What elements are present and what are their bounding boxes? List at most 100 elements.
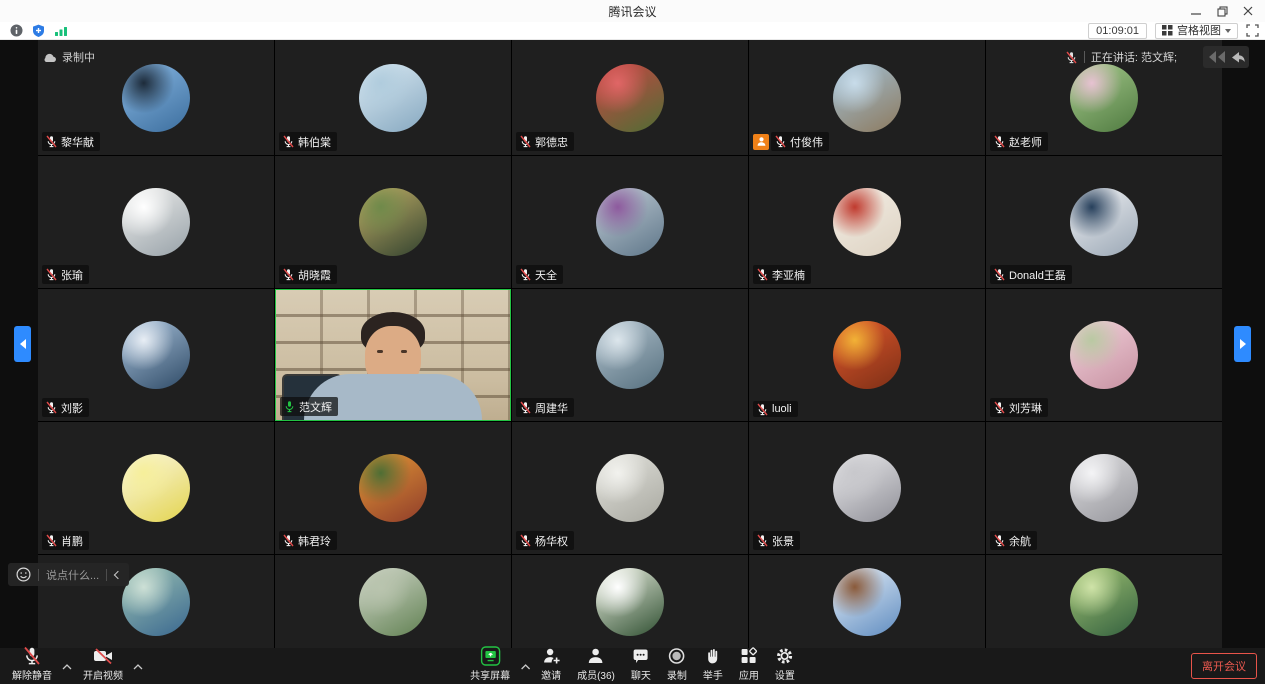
- avatar: [359, 568, 427, 636]
- nametag: 张景: [753, 531, 800, 550]
- participant-name: 赵老师: [1009, 134, 1042, 150]
- participant-name: 韩伯棠: [298, 134, 331, 150]
- mic-options-chevron[interactable]: [62, 664, 73, 682]
- nametag: 胡晓霞: [279, 265, 337, 284]
- participant-name: 郭德忠: [535, 134, 568, 150]
- nametag: 付俊伟: [771, 132, 829, 151]
- avatar: [122, 321, 190, 389]
- share-screen-button[interactable]: 共享屏幕: [464, 646, 516, 682]
- avatar: [359, 64, 427, 132]
- participant-tile[interactable]: 郭德忠: [512, 40, 748, 155]
- participant-tile[interactable]: [749, 555, 985, 648]
- avatar: [596, 454, 664, 522]
- participant-tile[interactable]: 付俊伟: [749, 40, 985, 155]
- settings-gear-icon: [775, 646, 795, 666]
- chat-label: 聊天: [631, 667, 651, 682]
- close-icon: [1243, 6, 1253, 16]
- participant-tile[interactable]: 余航: [986, 422, 1222, 554]
- chevron-down-icon: [1225, 29, 1231, 33]
- settings-label: 设置: [775, 667, 795, 682]
- participant-tile[interactable]: 张瑜: [38, 156, 274, 288]
- participant-tile[interactable]: [512, 555, 748, 648]
- participant-name: 余航: [1009, 533, 1031, 549]
- participant-tile[interactable]: 韩君玲: [275, 422, 511, 554]
- avatar: [833, 454, 901, 522]
- previous-page-button[interactable]: [14, 326, 31, 362]
- participant-tile[interactable]: [275, 555, 511, 648]
- members-button[interactable]: 成员(36): [571, 646, 621, 682]
- participant-name: 刘影: [61, 400, 83, 416]
- mic-status-icon: [519, 268, 532, 281]
- nametag: 韩君玲: [279, 531, 337, 550]
- settings-button[interactable]: 设置: [769, 646, 801, 682]
- close-button[interactable]: [1235, 2, 1261, 20]
- participant-name: 付俊伟: [790, 134, 823, 150]
- window-title: 腾讯会议: [608, 3, 656, 20]
- participant-tile[interactable]: 胡晓霞: [275, 156, 511, 288]
- participant-tile[interactable]: 杨华权: [512, 422, 748, 554]
- invite-person-icon: [541, 646, 561, 666]
- grid-view-icon: [1162, 25, 1173, 36]
- layout-view-button[interactable]: 宫格视图: [1155, 23, 1238, 39]
- participant-name: luoli: [772, 403, 792, 415]
- speaking-label: 正在讲话: 范文辉;: [1091, 49, 1177, 65]
- bottom-toolbar: 解除静音 开启视频: [0, 648, 1265, 684]
- collapse-chat-icon[interactable]: [114, 570, 122, 578]
- leave-meeting-button[interactable]: 离开会议: [1191, 653, 1257, 679]
- chat-button[interactable]: 聊天: [625, 646, 657, 682]
- apps-button[interactable]: 应用: [733, 646, 765, 682]
- participant-name: 张景: [772, 533, 794, 549]
- next-page-button[interactable]: [1234, 326, 1251, 362]
- share-options-chevron[interactable]: [520, 664, 531, 682]
- avatar: [122, 568, 190, 636]
- avatar: [122, 188, 190, 256]
- participant-tile[interactable]: luoli: [749, 289, 985, 421]
- participant-tile[interactable]: 刘芳琳: [986, 289, 1222, 421]
- participant-badge: 李亚楠: [753, 265, 811, 284]
- chat-input-placeholder[interactable]: 说点什么...: [46, 567, 99, 583]
- participant-tile[interactable]: 范文辉: [275, 289, 511, 421]
- quick-jump-button[interactable]: [1203, 46, 1249, 68]
- invite-button[interactable]: 邀请: [535, 646, 567, 682]
- restore-button[interactable]: [1209, 2, 1235, 20]
- participant-badge: 胡晓霞: [279, 265, 337, 284]
- fullscreen-button[interactable]: [1246, 24, 1259, 37]
- raise-hand-button[interactable]: 举手: [697, 646, 729, 682]
- participant-tile[interactable]: 周建华: [512, 289, 748, 421]
- emoji-icon: [16, 567, 31, 582]
- network-signal-icon[interactable]: [54, 25, 68, 37]
- participant-tile[interactable]: 李亚楠: [749, 156, 985, 288]
- participant-badge: 余航: [990, 531, 1037, 550]
- participant-tile[interactable]: 肖鹏: [38, 422, 274, 554]
- mic-status-icon: [519, 534, 532, 547]
- participant-tile[interactable]: 天全: [512, 156, 748, 288]
- record-button[interactable]: 录制: [661, 646, 693, 682]
- avatar: [833, 188, 901, 256]
- avatar: [596, 321, 664, 389]
- share-screen-icon: [480, 646, 500, 666]
- divider: [1084, 51, 1085, 63]
- meeting-info-icon[interactable]: [10, 24, 23, 37]
- participant-tile[interactable]: 张景: [749, 422, 985, 554]
- avatar: [1070, 454, 1138, 522]
- participant-tile[interactable]: 韩伯棠: [275, 40, 511, 155]
- record-label: 录制: [667, 667, 687, 682]
- participant-tile[interactable]: Donald王磊: [986, 156, 1222, 288]
- window-controls: [1183, 0, 1261, 22]
- unmute-button[interactable]: 解除静音: [6, 646, 58, 682]
- share-screen-label: 共享屏幕: [470, 667, 510, 682]
- start-video-button[interactable]: 开启视频: [77, 646, 129, 682]
- nametag: 韩伯棠: [279, 132, 337, 151]
- minimize-button[interactable]: [1183, 2, 1209, 20]
- nametag: 肖鹏: [42, 531, 89, 550]
- video-options-chevron[interactable]: [133, 664, 144, 682]
- participant-tile[interactable]: [986, 555, 1222, 648]
- mic-status-icon: [993, 135, 1006, 148]
- security-shield-icon[interactable]: [32, 24, 45, 37]
- participant-tile[interactable]: 刘影: [38, 289, 274, 421]
- video-grid-stage: 黎华献 韩伯棠: [0, 40, 1265, 648]
- quick-chat-bar[interactable]: 说点什么...: [8, 563, 129, 586]
- active-speaker-indicator: 正在讲话: 范文辉;: [1065, 49, 1177, 65]
- participant-name: 刘芳琳: [1009, 400, 1042, 416]
- avatar: [1070, 568, 1138, 636]
